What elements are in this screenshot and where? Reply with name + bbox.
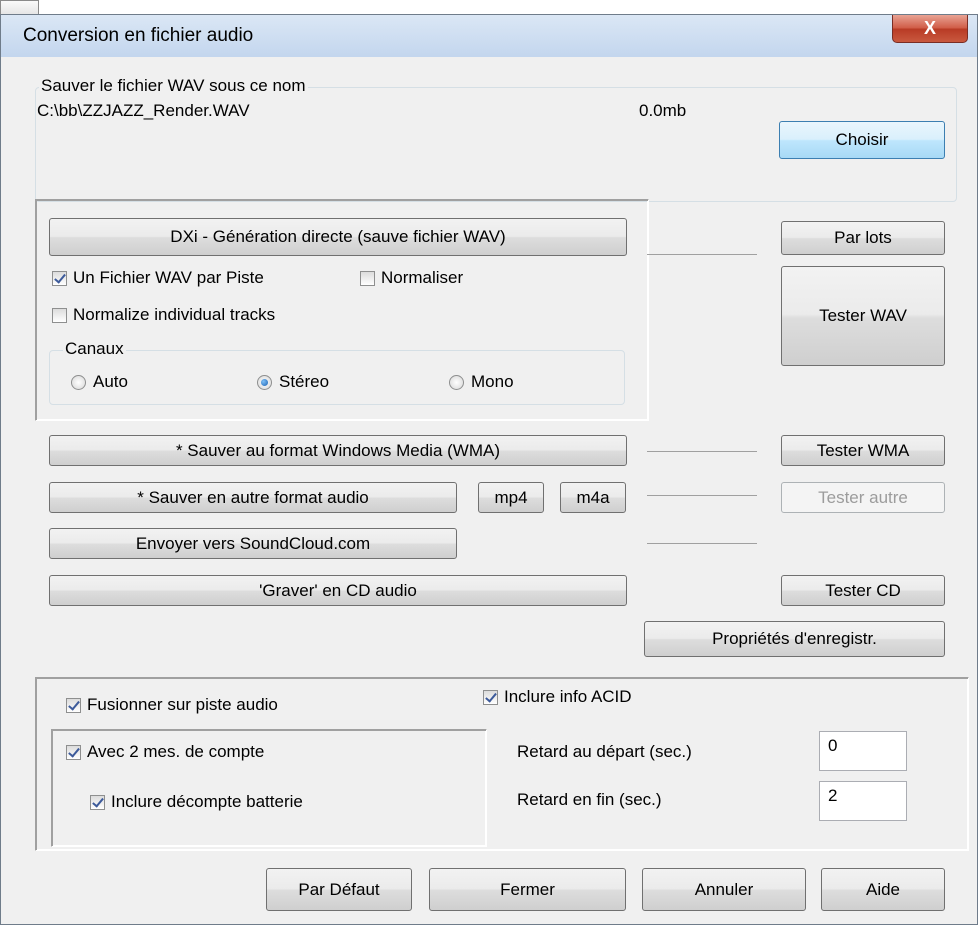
normalize-tracks-checkbox[interactable] — [52, 308, 67, 323]
one-wav-per-track-checkbox[interactable] — [52, 271, 67, 286]
end-delay-input[interactable]: 2 — [819, 781, 907, 821]
record-properties-button[interactable]: Propriétés d'enregistr. — [644, 621, 945, 657]
channel-mono-radio[interactable] — [449, 375, 464, 390]
channel-auto-label: Auto — [93, 372, 128, 391]
dialog-client-area: Sauver le fichier WAV sous ce nom C:\bb\… — [9, 57, 969, 921]
channel-mono-label: Mono — [471, 372, 514, 391]
test-wma-button[interactable]: Tester WMA — [781, 435, 945, 466]
burn-cd-button[interactable]: 'Graver' en CD audio — [49, 575, 627, 606]
dxi-render-button[interactable]: DXi - Génération directe (sauve fichier … — [49, 218, 627, 256]
channel-stereo-label: Stéreo — [279, 372, 330, 391]
connector-line — [647, 254, 757, 255]
choose-file-button[interactable]: Choisir — [779, 121, 945, 159]
test-wav-button[interactable]: Tester WAV — [781, 266, 945, 366]
m4a-button[interactable]: m4a — [560, 482, 626, 513]
connector-line — [647, 495, 757, 496]
normalize-tracks-label: Normalize individual tracks — [73, 305, 276, 324]
conversion-dialog: Conversion en fichier audio X Sauver le … — [0, 14, 978, 925]
close-button[interactable]: X — [892, 15, 968, 43]
file-size: 0.0mb — [639, 101, 687, 120]
channels-legend: Canaux — [63, 339, 126, 359]
cancel-button[interactable]: Annuler — [642, 868, 806, 911]
channels-group — [49, 350, 625, 405]
batch-button[interactable]: Par lots — [781, 221, 945, 255]
start-delay-input[interactable]: 0 — [819, 731, 907, 771]
test-cd-button[interactable]: Tester CD — [781, 575, 945, 606]
dialog-title: Conversion en fichier audio — [23, 25, 254, 46]
soundcloud-button[interactable]: Envoyer vers SoundCloud.com — [49, 528, 457, 559]
count-in-label: Avec 2 mes. de compte — [87, 742, 265, 761]
mp4-button[interactable]: mp4 — [478, 482, 544, 513]
acid-info-checkbox[interactable] — [483, 690, 498, 705]
save-other-format-button[interactable]: * Sauver en autre format audio — [49, 482, 457, 513]
save-wma-button[interactable]: * Sauver au format Windows Media (WMA) — [49, 435, 627, 466]
merge-audio-label: Fusionner sur piste audio — [87, 695, 278, 714]
merge-audio-checkbox[interactable] — [66, 698, 81, 713]
help-button[interactable]: Aide — [821, 868, 945, 911]
one-wav-per-track-label: Un Fichier WAV par Piste — [73, 268, 264, 287]
connector-line — [647, 451, 757, 452]
acid-info-label: Inclure info ACID — [504, 687, 632, 706]
drum-count-checkbox[interactable] — [90, 795, 105, 810]
end-delay-label: Retard en fin (sec.) — [517, 790, 662, 809]
defaults-button[interactable]: Par Défaut — [266, 868, 412, 911]
normalize-checkbox[interactable] — [360, 271, 375, 286]
file-path: C:\bb\ZZJAZZ_Render.WAV — [37, 101, 250, 120]
normalize-label: Normaliser — [381, 268, 464, 287]
channel-auto-radio[interactable] — [71, 375, 86, 390]
test-other-button[interactable]: Tester autre — [781, 482, 945, 513]
count-in-checkbox[interactable] — [66, 745, 81, 760]
close-dialog-button[interactable]: Fermer — [429, 868, 626, 911]
channel-stereo-radio[interactable] — [257, 375, 272, 390]
title-bar: Conversion en fichier audio X — [1, 15, 977, 57]
close-icon: X — [923, 18, 936, 38]
save-file-legend: Sauver le fichier WAV sous ce nom — [39, 76, 308, 96]
start-delay-label: Retard au départ (sec.) — [517, 742, 692, 761]
connector-line — [647, 543, 757, 544]
drum-count-label: Inclure décompte batterie — [111, 792, 303, 811]
